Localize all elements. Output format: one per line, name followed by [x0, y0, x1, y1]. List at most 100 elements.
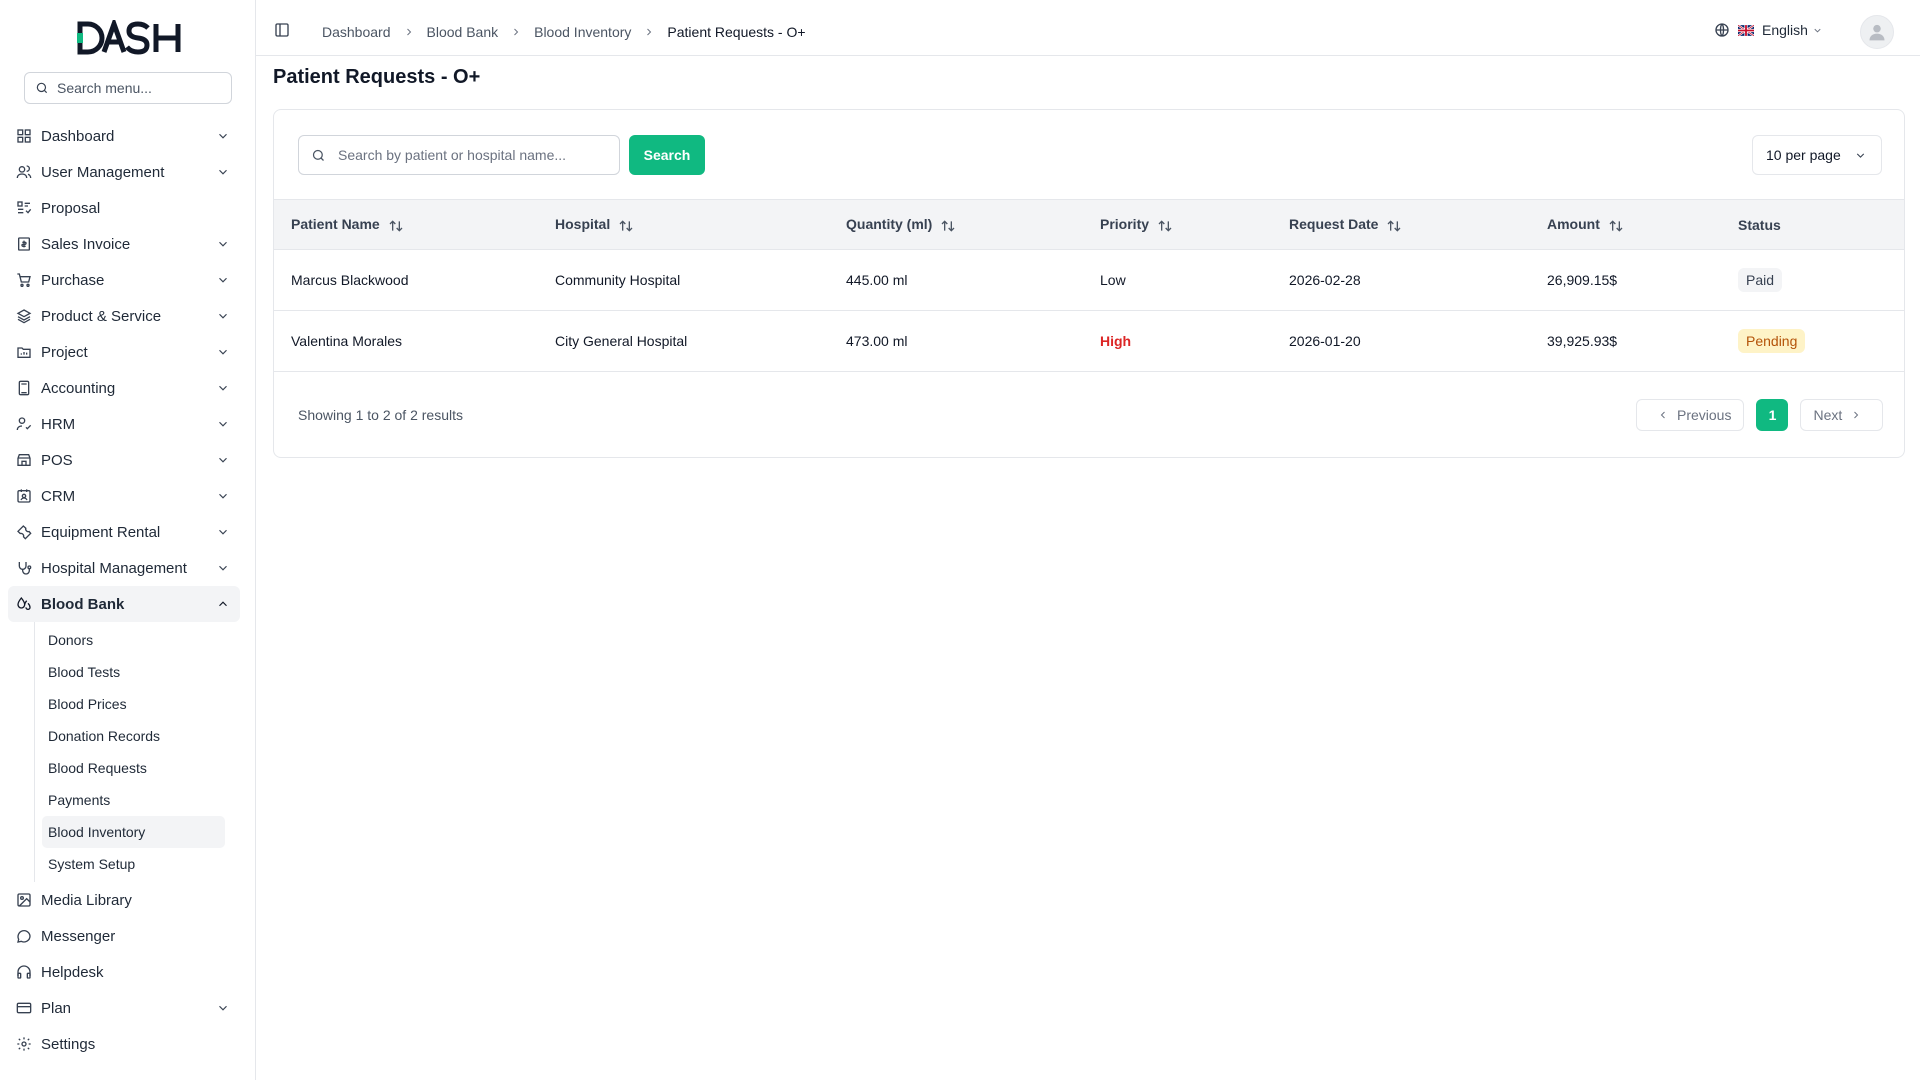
- sidebar-item-settings[interactable]: Settings: [8, 1026, 240, 1062]
- users-icon: [16, 164, 32, 180]
- sort-icon: [1157, 219, 1173, 233]
- breadcrumb-dashboard[interactable]: Dashboard: [322, 24, 391, 40]
- submenu-item-payments[interactable]: Payments: [42, 784, 225, 816]
- user-avatar[interactable]: [1860, 15, 1894, 49]
- sidebar-item-label: POS: [41, 451, 73, 469]
- sidebar-item-dashboard[interactable]: Dashboard: [8, 118, 240, 154]
- col-request-date[interactable]: Request Date: [1272, 199, 1530, 250]
- chevron-down-icon: [216, 561, 230, 575]
- grid-icon: [16, 128, 32, 144]
- submenu-item-blood-tests[interactable]: Blood Tests: [42, 656, 225, 688]
- sidebar-item-accounting[interactable]: Accounting: [8, 370, 240, 406]
- chevron-down-icon: [216, 129, 230, 143]
- cell-date: 2026-02-28: [1289, 272, 1361, 288]
- table-row[interactable]: Marcus Blackwood Community Hospital 445.…: [274, 250, 1904, 311]
- sidebar-item-helpdesk[interactable]: Helpdesk: [8, 954, 240, 990]
- pagination: Previous 1 Next: [1636, 399, 1884, 431]
- sidebar-item-product-service[interactable]: Product & Service: [8, 298, 240, 334]
- per-page-select[interactable]: 10 per page: [1752, 135, 1882, 175]
- sidebar-item-label: Media Library: [41, 891, 132, 909]
- submenu-item-blood-prices[interactable]: Blood Prices: [42, 688, 225, 720]
- cell-patient: Valentina Morales: [291, 333, 403, 349]
- cell-priority: Low: [1100, 272, 1126, 288]
- previous-page-button[interactable]: Previous: [1636, 399, 1745, 431]
- per-page-value: 10 per page: [1766, 147, 1841, 163]
- sidebar-item-label: HRM: [41, 415, 76, 433]
- requests-table: Patient Name Hospital Quantity (ml) Prio…: [274, 199, 1904, 372]
- next-page-button[interactable]: Next: [1800, 399, 1884, 431]
- status-badge: Paid: [1738, 268, 1783, 292]
- breadcrumb-current: Patient Requests - O+: [667, 24, 806, 40]
- sidebar-item-messenger[interactable]: Messenger: [8, 918, 240, 954]
- chevron-up-icon: [216, 597, 230, 611]
- col-patient-name[interactable]: Patient Name: [274, 199, 538, 250]
- col-priority[interactable]: Priority: [1083, 199, 1272, 250]
- sidebar-item-user-management[interactable]: User Management: [8, 154, 240, 190]
- sort-icon: [1608, 219, 1624, 233]
- col-hospital[interactable]: Hospital: [538, 199, 829, 250]
- page-1-button[interactable]: 1: [1756, 399, 1789, 431]
- sidebar-item-media-library[interactable]: Media Library: [8, 882, 240, 918]
- chevron-down-icon: [216, 165, 230, 179]
- crm-icon: [16, 488, 32, 504]
- sidebar-item-pos[interactable]: POS: [8, 442, 240, 478]
- sidebar-search[interactable]: [24, 72, 232, 104]
- submenu-item-system-setup[interactable]: System Setup: [42, 848, 225, 880]
- sidebar-item-label: Blood Bank: [41, 595, 125, 613]
- requests-card: Search 10 per page Patient Name Hospital…: [273, 109, 1905, 458]
- sidebar-item-sales-invoice[interactable]: Sales Invoice: [8, 226, 240, 262]
- chevron-down-icon: [216, 1001, 230, 1015]
- submenu-item-donors[interactable]: Donors: [42, 624, 225, 656]
- sidebar-item-project[interactable]: Project: [8, 334, 240, 370]
- sidebar-item-hospital-management[interactable]: Hospital Management: [8, 550, 240, 586]
- layers-icon: [16, 308, 32, 324]
- sidebar-item-purchase[interactable]: Purchase: [8, 262, 240, 298]
- results-summary: Showing 1 to 2 of 2 results: [298, 407, 463, 423]
- sidebar-item-equipment-rental[interactable]: Equipment Rental: [8, 514, 240, 550]
- col-amount[interactable]: Amount: [1530, 199, 1721, 250]
- sidebar-item-label: CRM: [41, 487, 76, 505]
- sidebar-item-proposal[interactable]: Proposal: [8, 190, 240, 226]
- sort-icon: [940, 219, 956, 233]
- sidebar-item-blood-bank[interactable]: Blood Bank: [8, 586, 240, 622]
- search-icon: [312, 149, 324, 161]
- sidebar-item-plan[interactable]: Plan: [8, 990, 240, 1026]
- patient-search[interactable]: [298, 135, 620, 175]
- globe-icon: [1715, 23, 1729, 37]
- sidebar-item-label: Dashboard: [41, 127, 115, 145]
- cell-amount: 26,909.15$: [1547, 272, 1618, 288]
- sidebar-item-label: Settings: [41, 1035, 96, 1053]
- user-icon: [1869, 24, 1885, 41]
- stethoscope-icon: [16, 560, 32, 576]
- submenu-item-donation-records[interactable]: Donation Records: [42, 720, 225, 752]
- chevron-down-icon: [1856, 153, 1865, 158]
- cell-status: Paid: [1721, 250, 1904, 311]
- cell-hospital: Community Hospital: [555, 272, 681, 288]
- sidebar-search-input[interactable]: [57, 80, 217, 96]
- sidebar-item-crm[interactable]: CRM: [8, 478, 240, 514]
- col-quantity[interactable]: Quantity (ml): [829, 199, 1083, 250]
- hrm-icon: [16, 416, 32, 432]
- cell-date: 2026-01-20: [1289, 333, 1361, 349]
- dash-logo[interactable]: [74, 20, 182, 56]
- submenu-item-blood-inventory[interactable]: Blood Inventory: [42, 816, 225, 848]
- sidebar-item-hrm[interactable]: HRM: [8, 406, 240, 442]
- blood-drop-icon: [16, 596, 32, 612]
- sidebar: Dashboard User Management Proposal Sales…: [0, 0, 256, 1080]
- table-row[interactable]: Valentina Morales City General Hospital …: [274, 311, 1904, 372]
- sidebar-item-label: Helpdesk: [41, 963, 104, 981]
- table-header-row: Patient Name Hospital Quantity (ml) Prio…: [274, 199, 1904, 250]
- search-button[interactable]: Search: [629, 135, 705, 175]
- sidebar-toggle-icon[interactable]: [274, 22, 290, 41]
- breadcrumb-blood-inventory[interactable]: Blood Inventory: [534, 24, 631, 40]
- language-selector[interactable]: English: [1714, 22, 1823, 38]
- cell-hospital: City General Hospital: [555, 333, 688, 349]
- breadcrumb-blood-bank[interactable]: Blood Bank: [427, 24, 499, 40]
- sidebar-item-label: Accounting: [41, 379, 116, 397]
- folder-icon: [16, 344, 32, 360]
- sidebar-item-label: Equipment Rental: [41, 523, 161, 541]
- patient-search-input[interactable]: [338, 147, 608, 163]
- chevron-down-icon: [216, 417, 230, 431]
- chevron-right-icon: [1854, 411, 1859, 419]
- submenu-item-blood-requests[interactable]: Blood Requests: [42, 752, 225, 784]
